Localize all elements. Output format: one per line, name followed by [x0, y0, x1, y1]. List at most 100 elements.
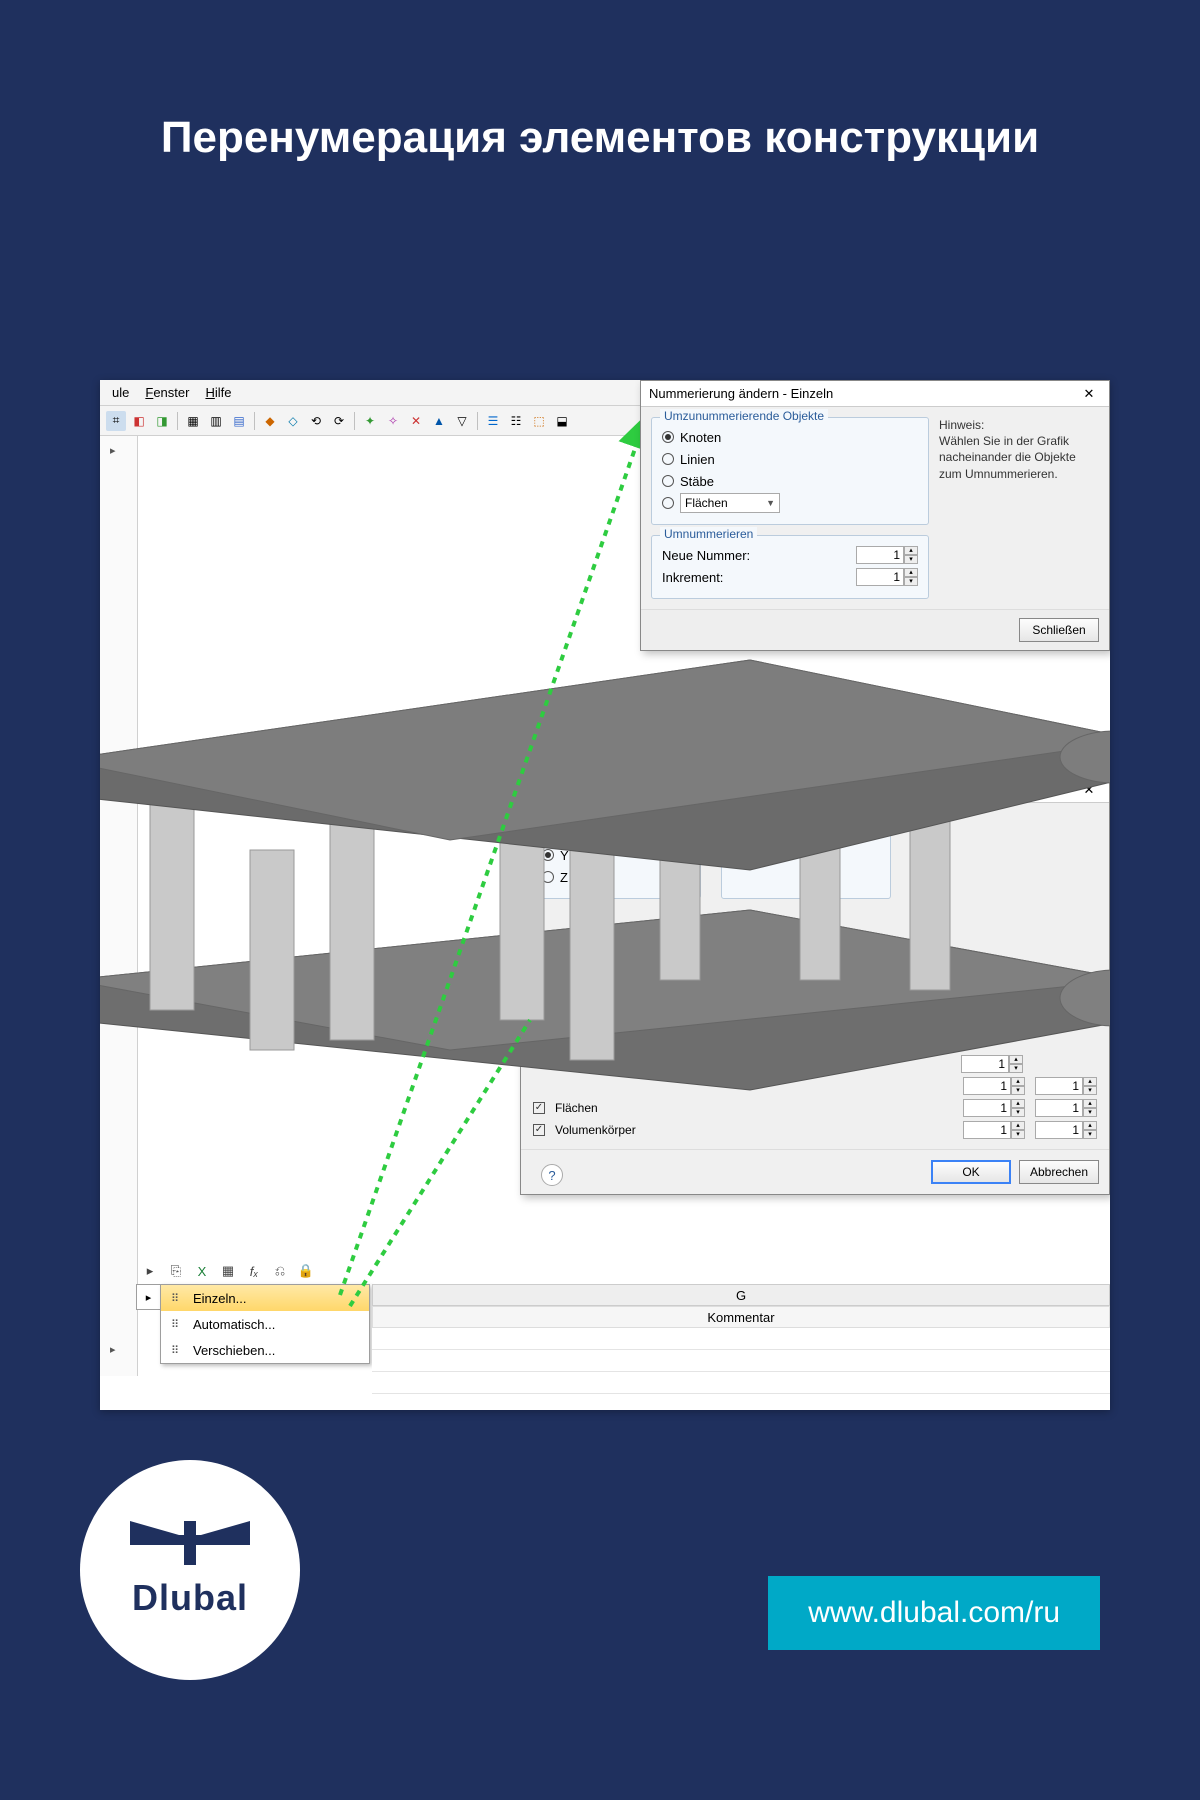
toolbar-separator — [254, 412, 255, 430]
toolbar-icon[interactable]: ◨ — [152, 411, 172, 431]
toolbar-icon[interactable]: ▲ — [429, 411, 449, 431]
toolbar-icon[interactable]: ✦ — [360, 411, 380, 431]
context-menu-label: Automatisch... — [193, 1317, 275, 1332]
group-objects: Umzunummerierende Objekte Knoten Linien … — [651, 417, 929, 525]
group-title: Umnummerieren — [660, 527, 757, 541]
cancel-button[interactable]: Abbrechen — [1019, 1160, 1099, 1184]
help-icon[interactable]: ? — [541, 1164, 563, 1186]
menu-bar[interactable]: ule FFensterenster Hilfe — [100, 380, 640, 406]
close-button[interactable]: Schließen — [1019, 618, 1099, 642]
submenu-indicator-icon[interactable]: ▸ — [136, 1284, 160, 1310]
row-label: Flächen — [555, 1101, 953, 1115]
grid-column-header-g[interactable]: G — [372, 1284, 1110, 1306]
context-menu-item-einzeln[interactable]: ⠿ Einzeln... — [161, 1285, 369, 1311]
close-icon[interactable]: ✕ — [1077, 782, 1101, 798]
toolbar-icon[interactable]: ⟲ — [306, 411, 326, 431]
left-panel-strip: ▸ ▸ — [100, 436, 138, 1376]
spinner[interactable]: ▴▾ — [963, 1099, 1025, 1117]
toolbar-icon[interactable]: ✕ — [406, 411, 426, 431]
toolbar-icon[interactable]: ⟳ — [329, 411, 349, 431]
brand-logo: Dlubal — [80, 1460, 300, 1680]
renumber-row-flaechen[interactable]: Flächen ▴▾ ▴▾ — [521, 1097, 1109, 1119]
combo-value: Flächen — [685, 496, 728, 510]
group-renumber: Umnummerieren Neue Nummer: ▴▾ Inkrement:… — [651, 535, 929, 599]
copy-icon[interactable]: ⎘ — [166, 1261, 186, 1281]
main-toolbar[interactable]: ⌗ ◧ ◨ ▦ ▥ ▤ ◆ ◇ ⟲ ⟳ ✦ ✧ ✕ ▲ ▽ ☰ ☷ ⬚ ⬓ — [100, 406, 640, 436]
menu-item-help[interactable]: Hilfe — [199, 383, 237, 402]
increment-spinner[interactable]: ▴▾ — [856, 568, 918, 586]
lock-icon[interactable]: 🔒 — [296, 1261, 316, 1281]
table-icon[interactable]: ▦ — [218, 1261, 238, 1281]
radio-label: Stäbe — [680, 474, 714, 489]
radio-flaechen[interactable]: Flächen ▼ — [662, 492, 918, 514]
data-grid[interactable]: G Kommentar — [372, 1284, 1110, 1404]
spinner[interactable]: ▴▾ — [1035, 1099, 1097, 1117]
toolbar-icon[interactable]: ☷ — [506, 411, 526, 431]
spinner[interactable]: ▴▾ — [963, 1077, 1025, 1095]
radio-axis-y[interactable]: Y — [542, 844, 690, 866]
bottom-toolbar[interactable]: ▸ ⎘ X ▦ fₓ ⎌ 🔒 — [140, 1258, 316, 1284]
undo-icon[interactable]: ⎌ — [270, 1261, 290, 1281]
toolbar-chevron-icon[interactable]: ▸ — [140, 1261, 160, 1281]
menu-item-module[interactable]: ule — [106, 383, 135, 402]
toolbar-icon[interactable]: ▽ — [452, 411, 472, 431]
radio-label: Knoten — [680, 430, 721, 445]
excel-icon[interactable]: X — [192, 1261, 212, 1281]
renumber-shift-icon: ⠿ — [165, 1340, 185, 1360]
spinner[interactable]: ▴▾ — [1035, 1121, 1097, 1139]
toolbar-icon[interactable]: ◇ — [283, 411, 303, 431]
group-title-axis2: te auf Achse: — [730, 805, 807, 819]
grid-row[interactable] — [372, 1328, 1110, 1350]
brand-url[interactable]: www.dlubal.com/ru — [768, 1576, 1100, 1650]
close-icon[interactable]: ✕ — [1077, 386, 1101, 402]
toolbar-icon[interactable]: ▥ — [206, 411, 226, 431]
group-title-axis: uf Achse: — [540, 805, 597, 819]
surface-type-combo[interactable]: Flächen ▼ — [680, 493, 780, 513]
chevron-icon[interactable]: ▸ — [110, 444, 116, 457]
spinner[interactable]: ▴▾ — [1035, 1077, 1097, 1095]
new-number-spinner[interactable]: ▴▾ — [856, 546, 918, 564]
field-label: Inkrement: — [662, 570, 723, 585]
radio-linien[interactable]: Linien — [662, 448, 918, 470]
toolbar-icon[interactable]: ⌗ — [106, 411, 126, 431]
radio-axis-x[interactable]: X — [542, 822, 690, 844]
grid-row[interactable] — [372, 1372, 1110, 1394]
row-label: Volumenkörper — [555, 1123, 953, 1137]
toolbar-icon[interactable]: ⬓ — [552, 411, 572, 431]
renumber-auto-icon: ⠿ — [165, 1314, 185, 1334]
checkbox[interactable] — [533, 1102, 545, 1114]
menu-item-window[interactable]: FFensterenster — [139, 383, 195, 402]
toolbar-icon[interactable]: ▦ — [183, 411, 203, 431]
spinner[interactable]: ▴▾ — [963, 1121, 1025, 1139]
toolbar-icon[interactable]: ◧ — [129, 411, 149, 431]
toolbar-icon[interactable]: ⬚ — [529, 411, 549, 431]
renumber-row[interactable]: ▴▾ — [521, 1053, 1109, 1075]
toolbar-icon[interactable]: ☰ — [483, 411, 503, 431]
spinner[interactable]: ▴▾ — [961, 1055, 1023, 1073]
grid-row[interactable] — [372, 1350, 1110, 1372]
context-menu-label: Einzeln... — [193, 1291, 246, 1306]
ok-button[interactable]: OK — [931, 1160, 1011, 1184]
brand-name: Dlubal — [132, 1577, 248, 1619]
radio-axis-z[interactable]: Z — [542, 866, 690, 888]
context-menu[interactable]: ⠿ Einzeln... ⠿ Automatisch... ⠿ Verschie… — [160, 1284, 370, 1364]
radio-knoten[interactable]: Knoten — [662, 426, 918, 448]
toolbar-icon[interactable]: ✧ — [383, 411, 403, 431]
dialog-titlebar[interactable]: Nummerierung ändern - Einzeln ✕ — [641, 381, 1109, 407]
context-menu-item-verschieben[interactable]: ⠿ Verschieben... — [161, 1337, 369, 1363]
toolbar-separator — [177, 412, 178, 430]
context-menu-item-automatisch[interactable]: ⠿ Automatisch... — [161, 1311, 369, 1337]
toolbar-icon[interactable]: ◆ — [260, 411, 280, 431]
radio-staebe[interactable]: Stäbe — [662, 470, 918, 492]
hint-text: Hinweis: Wählen Sie in der Grafik nachei… — [939, 407, 1109, 482]
formula-icon[interactable]: fₓ — [244, 1261, 264, 1281]
renumber-single-icon: ⠿ — [165, 1288, 185, 1308]
dialog-titlebar[interactable]: ✕ — [521, 777, 1109, 803]
checkbox[interactable] — [533, 1124, 545, 1136]
dialog-renumber-auto: ✕ uf Achse: X Y Z te auf Achse: ▴▾ — [520, 776, 1110, 1195]
toolbar-icon[interactable]: ▤ — [229, 411, 249, 431]
renumber-row[interactable]: ▴▾ ▴▾ — [521, 1075, 1109, 1097]
group-title: Umzunummerierende Objekte — [660, 409, 828, 423]
renumber-row-volumen[interactable]: Volumenkörper ▴▾ ▴▾ — [521, 1119, 1109, 1141]
chevron-icon[interactable]: ▸ — [110, 1343, 116, 1356]
